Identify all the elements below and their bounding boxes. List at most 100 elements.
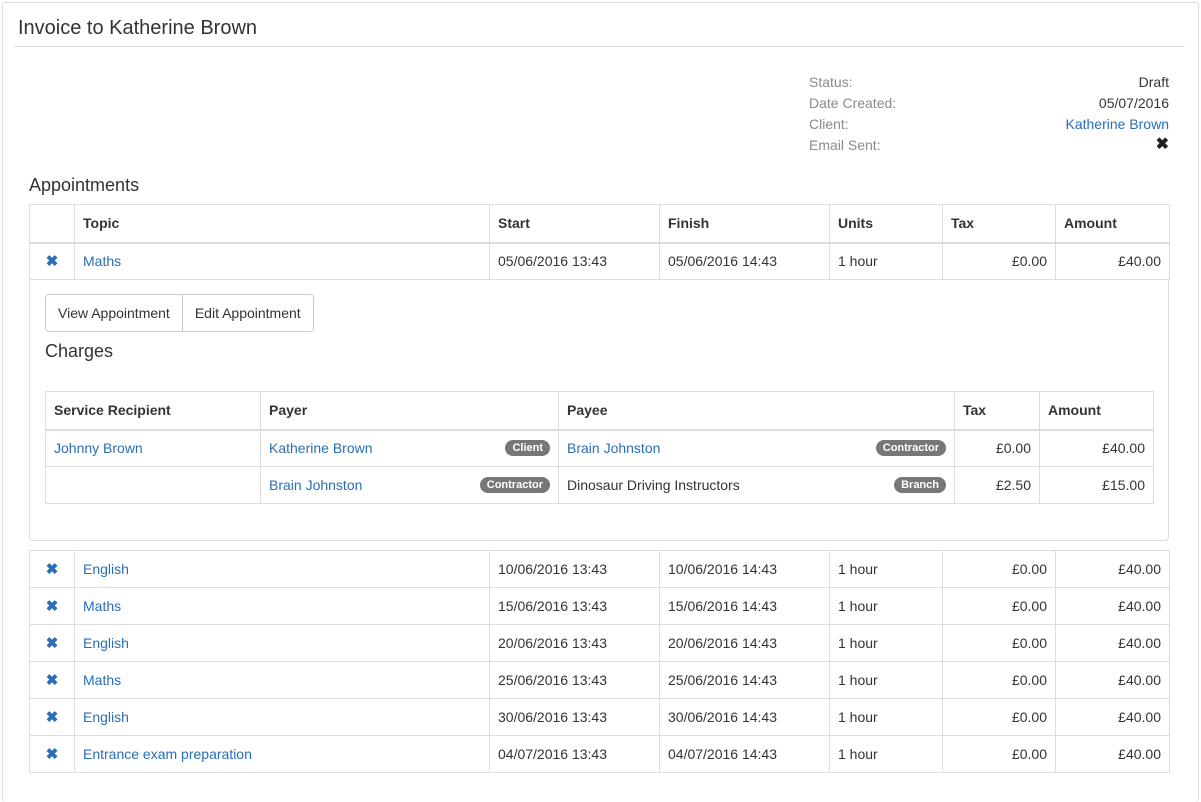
units-cell: 1 hour [829,698,943,736]
finish-cell: 30/06/2016 14:43 [659,698,830,736]
payer-role-badge: Contractor [479,477,550,493]
amount-cell: £40.00 [1055,698,1170,736]
payee-link[interactable]: Brain Johnston [567,440,660,456]
topic-link[interactable]: English [83,635,129,651]
charge-amount-cell: £15.00 [1039,466,1154,504]
remove-icon[interactable]: ✖ [29,698,75,736]
col-units: Units [829,204,943,244]
email-sent-label: Email Sent: [809,137,881,153]
charges-heading: Charges [45,341,114,361]
col-payee: Payee [558,391,955,431]
charges-header-row: Service Recipient Payer Payee Tax Amount [45,391,1154,431]
tax-cell: £0.00 [942,624,1056,662]
col-service-recipient: Service Recipient [45,391,261,431]
client-link[interactable]: Katherine Brown [1065,115,1169,133]
view-appointment-button[interactable]: View Appointment [45,294,183,332]
units-cell: 1 hour [829,587,943,625]
page-title: Invoice to Katherine Brown [18,17,258,39]
client-label: Client: [809,116,849,132]
remove-icon[interactable]: ✖ [29,550,75,588]
meta-client-row: Client: Katherine Brown [809,115,1169,136]
appointments-header-row: Topic Start Finish Units Tax Amount [29,204,1170,244]
start-cell: 15/06/2016 13:43 [489,587,660,625]
meta-date-row: Date Created: 05/07/2016 [809,94,1169,115]
tax-cell: £0.00 [942,661,1056,699]
units-cell: 1 hour [829,550,943,588]
cross-icon: ✖ [1155,136,1169,153]
topic-link[interactable]: Maths [83,598,121,614]
finish-cell: 20/06/2016 14:43 [659,624,830,662]
amount-cell: £40.00 [1055,550,1170,588]
col-tax: Tax [942,204,1056,244]
topic-link[interactable]: Maths [83,672,121,688]
remove-icon[interactable]: ✖ [29,735,75,773]
start-cell: 10/06/2016 13:43 [489,550,660,588]
tax-cell: £0.00 [942,698,1056,736]
col-delete [29,204,75,244]
remove-icon[interactable]: ✖ [29,661,75,699]
payee-name: Dinosaur Driving Instructors [567,477,740,493]
finish-cell: 04/07/2016 14:43 [659,735,830,773]
units-cell: 1 hour [829,661,943,699]
table-row: ✖ English 10/06/2016 13:43 10/06/2016 14… [29,550,1170,588]
amount-cell: £40.00 [1055,587,1170,625]
col-start: Start [489,204,660,244]
topic-link[interactable]: English [83,709,129,725]
col-charge-amount: Amount [1039,391,1154,431]
start-cell: 30/06/2016 13:43 [489,698,660,736]
col-topic: Topic [74,204,490,244]
payee-role-badge: Branch [894,477,946,493]
table-row: ✖ Entrance exam preparation 04/07/2016 1… [29,735,1170,773]
start-cell: 20/06/2016 13:43 [489,624,660,662]
payee-role-badge: Contractor [875,440,946,457]
date-created-value: 05/07/2016 [1098,95,1169,111]
table-row: ✖ Maths 05/06/2016 13:43 05/06/2016 14:4… [29,242,1170,280]
charge-amount-cell: £40.00 [1039,429,1154,467]
remove-icon[interactable]: ✖ [29,587,75,625]
finish-cell: 25/06/2016 14:43 [659,661,830,699]
start-cell: 04/07/2016 13:43 [489,735,660,773]
charge-tax-cell: £2.50 [954,466,1040,504]
edit-appointment-button[interactable]: Edit Appointment [182,294,314,332]
col-finish: Finish [659,204,830,244]
invoice-meta: Status: Draft Date Created: 05/07/2016 C… [809,73,1169,157]
payer-link[interactable]: Brain Johnston [269,477,362,493]
appointments-list: ✖ English 10/06/2016 13:43 10/06/2016 14… [29,550,1170,773]
tax-cell: £0.00 [942,242,1056,280]
topic-link[interactable]: Maths [83,253,121,269]
table-row: Brain Johnston Contractor Dinosaur Drivin… [45,466,1154,504]
remove-icon[interactable]: ✖ [29,624,75,662]
finish-cell: 05/06/2016 14:43 [659,242,830,280]
payer-role-badge: Client [505,440,550,457]
amount-cell: £40.00 [1055,624,1170,662]
col-charge-tax: Tax [954,391,1040,431]
status-label: Status: [809,74,853,90]
start-cell: 25/06/2016 13:43 [489,661,660,699]
start-cell: 05/06/2016 13:43 [489,242,660,280]
amount-cell: £40.00 [1055,661,1170,699]
remove-icon[interactable]: ✖ [29,242,75,280]
finish-cell: 10/06/2016 14:43 [659,550,830,588]
appointment-actions: View Appointment Edit Appointment [45,294,314,332]
charge-tax-cell: £0.00 [954,429,1040,467]
recipient-cell [45,466,261,504]
table-row: ✖ English 20/06/2016 13:43 20/06/2016 14… [29,624,1170,662]
meta-email-row: Email Sent: ✖ [809,136,1169,157]
status-value: Draft [1138,74,1169,90]
charges-table: Service Recipient Payer Payee Tax Amount… [45,391,1154,504]
table-row: ✖ Maths 25/06/2016 13:43 25/06/2016 14:4… [29,661,1170,699]
units-cell: 1 hour [829,242,943,280]
title-divider [14,46,1185,47]
tax-cell: £0.00 [942,550,1056,588]
meta-status-row: Status: Draft [809,73,1169,94]
date-created-label: Date Created: [809,95,897,111]
finish-cell: 15/06/2016 14:43 [659,587,830,625]
topic-link[interactable]: English [83,561,129,577]
table-row: ✖ English 30/06/2016 13:43 30/06/2016 14… [29,698,1170,736]
units-cell: 1 hour [829,624,943,662]
amount-cell: £40.00 [1055,242,1170,280]
amount-cell: £40.00 [1055,735,1170,773]
payer-link[interactable]: Katherine Brown [269,440,373,456]
recipient-link[interactable]: Johnny Brown [54,440,143,456]
appointments-heading: Appointments [29,175,140,195]
